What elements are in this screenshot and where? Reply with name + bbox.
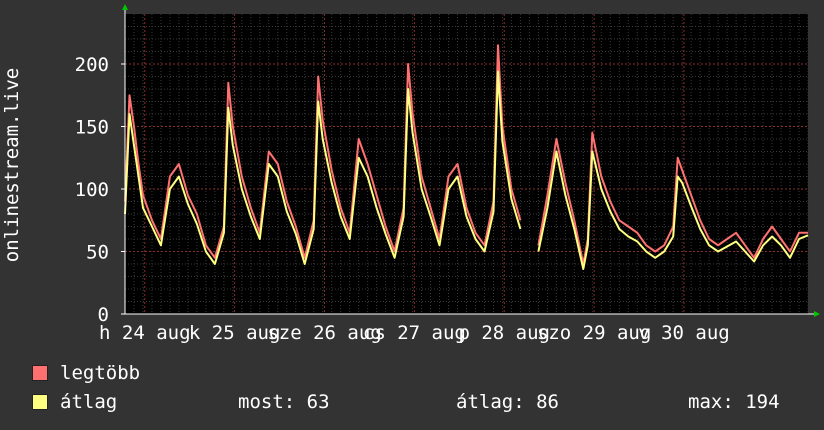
x-axis-arrow [814, 311, 820, 317]
x-tick-label: v 30 aug [638, 322, 730, 344]
x-tick-label: cs 27 aug [363, 322, 466, 344]
x-tick-labels: h 24 augk 25 augsze 26 augcs 27 augp 28 … [99, 322, 730, 344]
y-tick-label: 150 [75, 117, 109, 139]
legend-label-legtobb: legtöbb [60, 362, 141, 384]
y-tick-label: 200 [75, 54, 109, 76]
stat-atlag: átlag: 86 [456, 391, 559, 413]
y-tick-labels: 050100150200 [75, 54, 109, 326]
y-axis-arrow [122, 4, 128, 10]
legend-item-legtobb: legtöbb [32, 362, 140, 384]
legend-item-atlag: átlag [32, 391, 117, 413]
y-tick-label: 100 [75, 179, 109, 201]
legend-swatch-atlag [32, 394, 48, 410]
legend-swatch-legtobb [32, 365, 48, 381]
y-axis-label: onlinestream.live [1, 68, 23, 262]
x-tick-label: h 24 aug [99, 322, 191, 344]
stat-max: max: 194 [688, 391, 780, 413]
stat-most: most: 63 [238, 391, 330, 413]
legend-label-atlag: átlag [60, 391, 118, 413]
y-tick-label: 50 [86, 242, 109, 264]
x-tick-label: szo 29 aug [537, 322, 651, 344]
